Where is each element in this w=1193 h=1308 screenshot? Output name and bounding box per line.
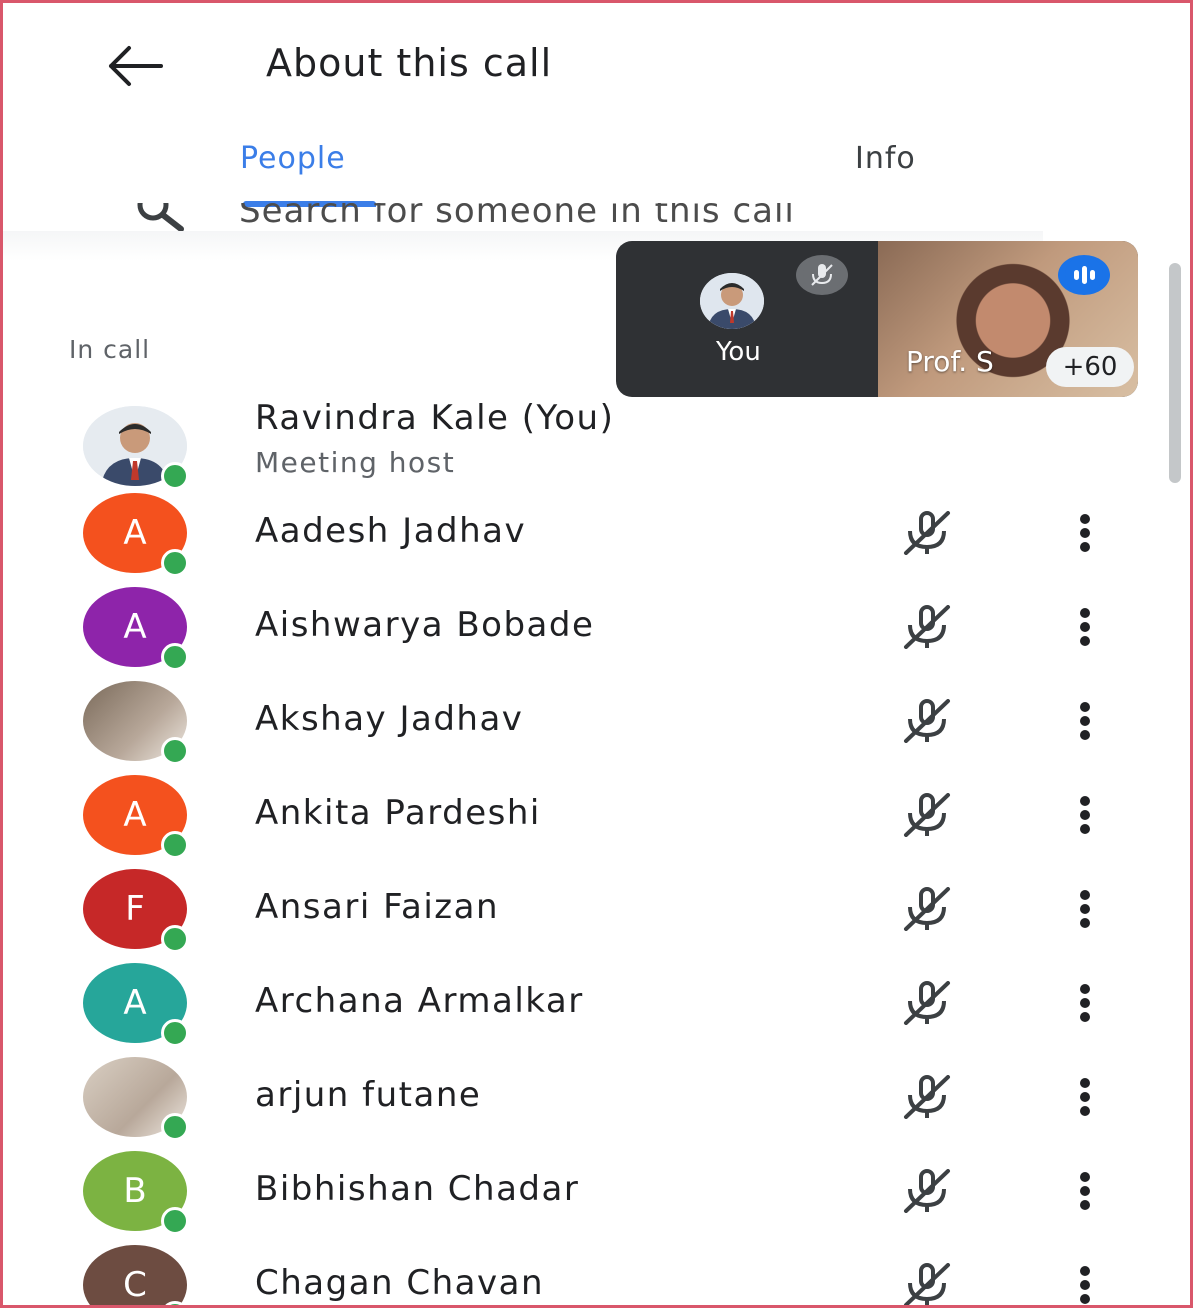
more-vert-icon[interactable] [1073, 793, 1097, 837]
avatar: B [83, 1151, 189, 1235]
more-vert-icon[interactable] [1073, 887, 1097, 931]
online-status-dot [161, 737, 189, 765]
online-status-dot [161, 831, 189, 859]
participant-name: Archana Armalkar [255, 981, 584, 1021]
more-vert-icon[interactable] [1073, 511, 1097, 555]
avatar: F [83, 869, 189, 953]
page-title: About this call [266, 41, 553, 85]
participant-name: Ansari Faizan [255, 887, 500, 927]
list-item[interactable]: F Ansari Faizan [3, 867, 1153, 961]
tab-people[interactable]: People [240, 141, 346, 176]
participant-name: Ankita Pardeshi [255, 793, 541, 833]
participant-name: arjun futane [255, 1075, 482, 1115]
more-vert-icon[interactable] [1073, 1263, 1097, 1307]
list-item[interactable]: C Chagan Chavan [3, 1243, 1153, 1307]
others-count-badge: +60 [1046, 347, 1134, 387]
list-item[interactable]: B Bibhishan Chadar [3, 1149, 1153, 1243]
more-vert-icon[interactable] [1073, 605, 1097, 649]
scrollbar[interactable] [1169, 263, 1181, 483]
remote-participant-label: Prof. S [906, 345, 994, 378]
tab-info[interactable]: Info [855, 141, 916, 176]
participant-name: Chagan Chavan [255, 1263, 545, 1303]
participant-name: Ravindra Kale (You) [255, 398, 615, 438]
search-placeholder: Search for someone in this call [239, 203, 795, 231]
avatar: A [83, 963, 189, 1047]
avatar-initial: C [83, 1245, 187, 1305]
list-item[interactable]: arjun futane [3, 1055, 1153, 1149]
self-view-tile[interactable]: You Prof. S +60 [616, 241, 1138, 397]
more-vert-icon[interactable] [1073, 1075, 1097, 1119]
arrow-left-icon[interactable] [103, 41, 165, 91]
remote-view: Prof. S +60 [878, 241, 1138, 397]
online-status-dot [161, 925, 189, 953]
participant-name: Aadesh Jadhav [255, 511, 527, 551]
participant-role: Meeting host [255, 446, 456, 479]
audio-level-icon [1058, 255, 1110, 295]
avatar [83, 681, 189, 765]
list-item[interactable]: A Archana Armalkar [3, 961, 1153, 1055]
mic-off-icon[interactable] [896, 793, 958, 837]
online-status-dot [161, 549, 189, 577]
more-vert-icon[interactable] [1073, 981, 1097, 1025]
host-participant-row[interactable]: Ravindra Kale (You) Meeting host [3, 398, 1153, 490]
avatar [83, 1057, 189, 1141]
section-in-call-label: In call [69, 335, 151, 364]
avatar: A [83, 493, 189, 577]
avatar [83, 406, 189, 490]
online-status-dot [161, 643, 189, 671]
app-frame: About this call People Info Search for s… [0, 0, 1193, 1308]
search-input[interactable]: Search for someone in this call [3, 203, 1043, 233]
more-vert-icon[interactable] [1073, 699, 1097, 743]
self-view-label: You [716, 337, 761, 367]
participant-name: Akshay Jadhav [255, 699, 524, 739]
list-item[interactable]: A Aadesh Jadhav [3, 491, 1153, 585]
list-item[interactable]: A Ankita Pardeshi [3, 773, 1153, 867]
person-photo-icon [700, 273, 764, 329]
online-status-dot [161, 1207, 189, 1235]
mic-off-icon[interactable] [896, 981, 958, 1025]
mic-off-icon[interactable] [896, 887, 958, 931]
online-status-dot [161, 1113, 189, 1141]
mic-off-icon[interactable] [896, 1169, 958, 1213]
participant-name: Aishwarya Bobade [255, 605, 595, 645]
search-icon [137, 203, 184, 232]
online-status-dot [161, 462, 189, 490]
mic-off-icon[interactable] [896, 511, 958, 555]
mic-off-icon [796, 255, 848, 295]
avatar: A [83, 775, 189, 859]
avatar: C [83, 1245, 189, 1305]
self-view: You [616, 241, 878, 397]
list-item[interactable]: A Aishwarya Bobade [3, 585, 1153, 679]
avatar: A [83, 587, 189, 671]
online-status-dot [161, 1019, 189, 1047]
mic-off-icon[interactable] [896, 1263, 958, 1307]
avatar [700, 273, 764, 329]
mic-off-icon[interactable] [896, 1075, 958, 1119]
mic-off-icon[interactable] [896, 605, 958, 649]
participant-name: Bibhishan Chadar [255, 1169, 580, 1209]
list-item[interactable]: Akshay Jadhav [3, 679, 1153, 773]
mic-off-icon[interactable] [896, 699, 958, 743]
more-vert-icon[interactable] [1073, 1169, 1097, 1213]
